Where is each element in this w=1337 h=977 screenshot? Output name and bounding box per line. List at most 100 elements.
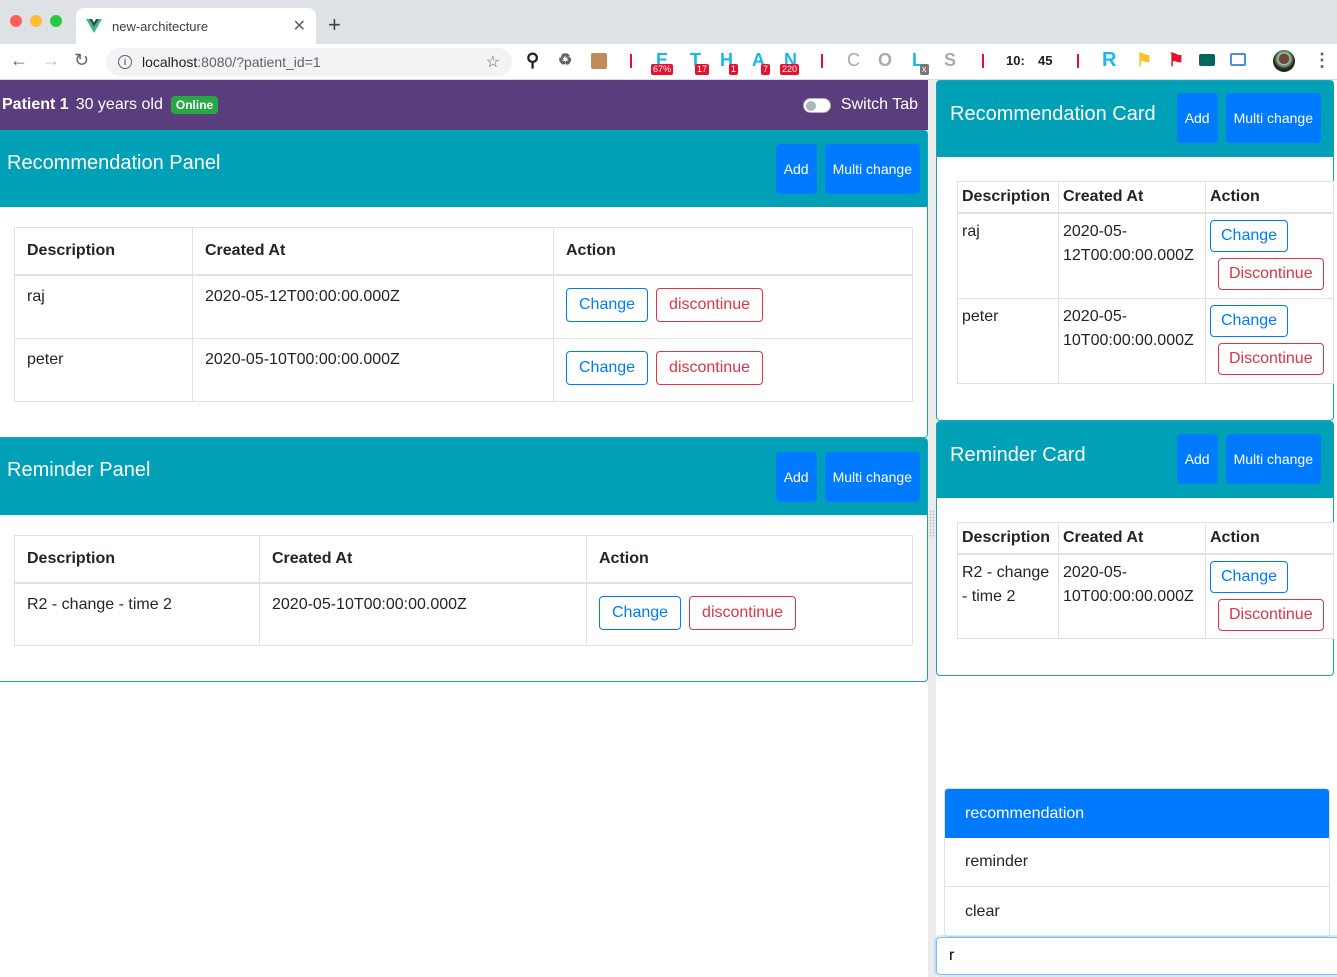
description-cell: peter (14, 337, 193, 402)
column-header: Description (14, 534, 260, 584)
forward-icon[interactable]: → (42, 50, 60, 71)
info-icon[interactable]: i (118, 55, 132, 69)
panel-title: Reminder Panel (7, 459, 151, 481)
search-icon[interactable]: ⚲ (526, 50, 539, 71)
extension-c-icon[interactable]: C (847, 50, 860, 71)
patient-age: 30 years old (75, 96, 163, 113)
add-button[interactable]: Add (775, 451, 817, 502)
reminder-table: Description Created At Action R2 - chang… (14, 534, 913, 646)
action-cell: Change discontinue (553, 337, 913, 402)
maximize-window-button[interactable] (50, 15, 62, 27)
extension-s-icon[interactable]: S (944, 50, 956, 71)
action-cell: Change Discontinue (1205, 297, 1334, 384)
column-header: Created At (192, 227, 554, 276)
command-input[interactable] (936, 937, 1337, 975)
add-button[interactable]: Add (1176, 93, 1218, 143)
add-button[interactable]: Add (775, 144, 817, 194)
add-button[interactable]: Add (1176, 433, 1218, 484)
yellow-flag-icon[interactable]: ⚑ (1136, 50, 1152, 71)
action-cell: Change discontinue (553, 274, 913, 339)
profile-avatar[interactable] (1273, 50, 1295, 72)
extension-o-icon[interactable]: O (878, 50, 892, 71)
suggestion-item[interactable]: reminder (945, 838, 1329, 887)
action-cell: Change Discontinue (1205, 212, 1334, 299)
suggestion-item[interactable]: recommendation (945, 789, 1329, 838)
table-row: R2 - change - time 2 2020-05-10T00:00:00… (14, 582, 913, 646)
close-window-button[interactable] (10, 15, 22, 27)
discontinue-button[interactable]: discontinue (689, 595, 796, 630)
minimize-window-button[interactable] (30, 15, 42, 27)
card-title: Recommendation Card (950, 103, 1156, 125)
more-menu-icon[interactable]: ⋮ (1313, 50, 1331, 71)
column-header: Description (957, 181, 1059, 214)
red-flag-icon[interactable]: ⚑ (1168, 50, 1184, 71)
table-row: peter 2020-05-10T00:00:00.000Z Change Di… (957, 297, 1334, 384)
table-row: raj 2020-05-12T00:00:00.000Z Change disco… (14, 274, 913, 339)
column-header: Description (957, 521, 1059, 555)
created-at-cell: 2020-05-12T00:00:00.000Z (1058, 212, 1206, 299)
recommendation-panel: Recommendation Panel Add Multi change De… (0, 130, 928, 438)
panel-header: Recommendation Panel Add Multi change (0, 131, 927, 207)
recommendation-table: Description Created At Action raj 2020-0… (14, 227, 913, 402)
change-button[interactable]: Change (566, 288, 649, 322)
discontinue-button[interactable]: Discontinue (1218, 342, 1324, 375)
badge: 1 (729, 64, 739, 75)
toggle-switch[interactable] (802, 97, 831, 113)
change-button[interactable]: Change (1210, 560, 1289, 593)
extension-r-icon[interactable]: R (1102, 49, 1116, 72)
description-cell: peter (957, 297, 1059, 384)
multi-change-button[interactable]: Multi change (824, 451, 920, 502)
column-header: Description (14, 227, 193, 276)
separator-icon (821, 54, 823, 68)
reload-icon[interactable]: ↻ (74, 50, 89, 71)
bookmark-star-icon[interactable]: ☆ (486, 52, 500, 72)
switch-tab-toggle[interactable]: Switch Tab (802, 96, 918, 114)
reminder-panel: Reminder Panel Add Multi change Descript… (0, 437, 928, 682)
description-cell: R2 - change - time 2 (14, 582, 260, 646)
close-tab-icon[interactable]: ✕ (293, 16, 306, 36)
badge: 7 (761, 64, 771, 75)
multi-change-button[interactable]: Multi change (824, 144, 920, 194)
created-at-cell: 2020-05-10T00:00:00.000Z (192, 337, 554, 402)
discontinue-button[interactable]: Discontinue (1218, 598, 1324, 631)
recycle-icon[interactable]: ♻ (558, 50, 572, 70)
browser-tab-strip: new-architecture ✕ + (0, 0, 1337, 44)
splitter-grip-icon[interactable] (929, 510, 935, 538)
discontinue-button[interactable]: discontinue (656, 350, 763, 385)
badge: 67% (651, 64, 674, 75)
multi-change-button[interactable]: Multi change (1225, 93, 1321, 143)
change-button[interactable]: Change (566, 350, 649, 385)
tab-title: new-architecture (112, 18, 209, 34)
reminder-card-table: Description Created At Action R2 - chang… (957, 521, 1334, 639)
clock-hours: 10: (1006, 53, 1025, 68)
url-host: localhost (142, 54, 198, 70)
description-cell: raj (14, 274, 193, 339)
new-tab-button[interactable]: + (328, 12, 341, 38)
separator-icon (1077, 54, 1079, 68)
change-button[interactable]: Change (1210, 220, 1289, 252)
description-cell: R2 - change - time 2 (957, 553, 1059, 639)
table-row: raj 2020-05-12T00:00:00.000Z Change Disc… (957, 212, 1334, 299)
suggestion-item[interactable]: clear (945, 887, 1329, 936)
discontinue-button[interactable]: Discontinue (1218, 258, 1324, 290)
monitor-icon[interactable] (1230, 53, 1246, 66)
pane-splitter[interactable] (928, 80, 936, 977)
switch-tab-label: Switch Tab (840, 96, 918, 113)
address-bar[interactable]: i localhost :8080/?patient_id=1 ☆ (106, 48, 512, 76)
back-icon[interactable]: ← (10, 50, 28, 71)
multi-change-button[interactable]: Multi change (1225, 433, 1321, 484)
clock-minutes: 45 (1038, 53, 1053, 68)
discontinue-button[interactable]: discontinue (656, 288, 763, 322)
profile-photo-extension-icon[interactable] (591, 53, 607, 69)
change-button[interactable]: Change (599, 595, 682, 630)
video-camera-icon[interactable] (1199, 54, 1215, 66)
url-path: :8080/?patient_id=1 (197, 54, 321, 70)
column-header: Created At (1058, 181, 1206, 214)
card-title: Reminder Card (950, 443, 1086, 466)
column-header: Created At (1058, 521, 1206, 555)
badge: 17 (695, 64, 710, 75)
created-at-cell: 2020-05-10T00:00:00.000Z (1058, 297, 1206, 384)
change-button[interactable]: Change (1210, 304, 1289, 337)
browser-tab[interactable]: new-architecture ✕ (76, 8, 316, 44)
table-row: R2 - change - time 2 2020-05-10T00:00:00… (957, 553, 1334, 639)
